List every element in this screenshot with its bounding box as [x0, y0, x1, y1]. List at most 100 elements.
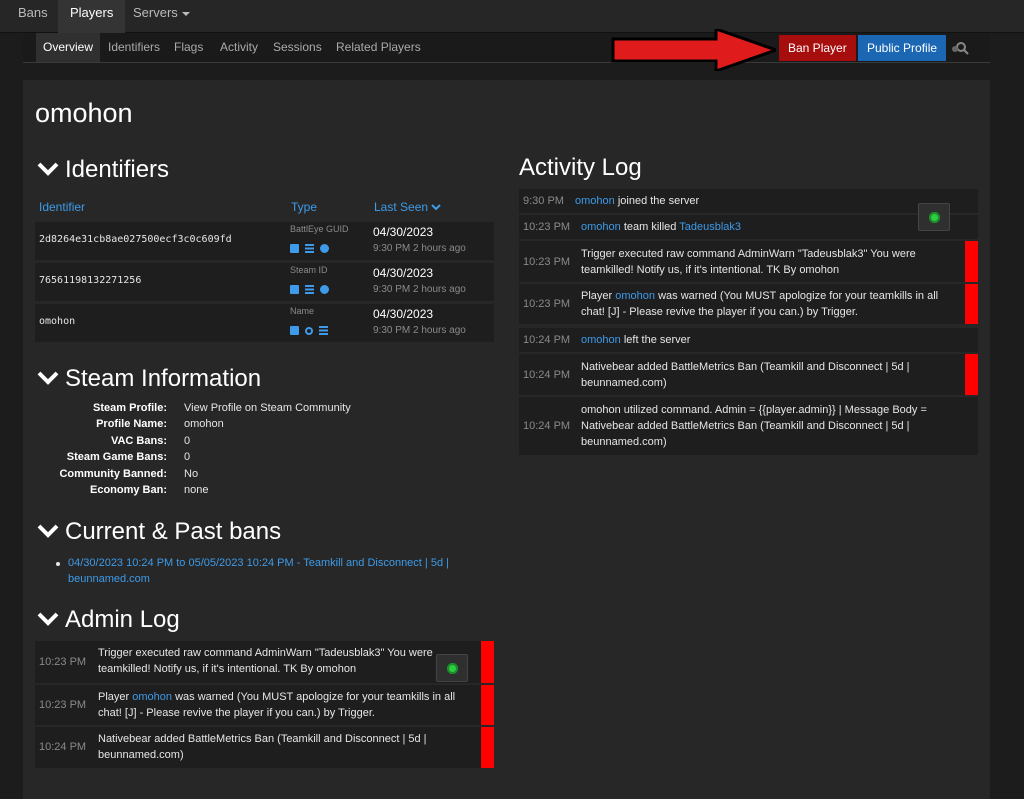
identifiers-heading[interactable]: Identifiers	[37, 156, 169, 184]
log-text: omohon team killed Tadeusblak3	[581, 219, 741, 235]
player-link[interactable]: omohon	[132, 691, 172, 703]
log-time: 10:23 PM	[523, 221, 571, 233]
tab-sessions-label: Sessions	[273, 40, 322, 54]
admin-log-title: Admin Log	[65, 606, 180, 633]
main-panel: omohon Identifiers Identifier Type Last …	[23, 80, 990, 799]
tab-activity[interactable]: Activity	[213, 33, 265, 62]
last-seen-ago: 9:30 PM 2 hours ago	[373, 243, 466, 254]
identifier-value: 76561198132271256	[39, 275, 142, 286]
col-last-seen-label: Last Seen	[374, 200, 429, 214]
identifier-value: 2d8264e31cb8ae027500ecf3c0c609fd	[39, 234, 232, 245]
tab-related-players[interactable]: Related Players	[329, 33, 428, 62]
tab-overview[interactable]: Overview	[36, 33, 101, 62]
log-text: omohon left the server	[581, 332, 690, 348]
log-text: Trigger executed raw command AdminWarn "…	[581, 248, 916, 276]
search-user-icon[interactable]	[951, 41, 969, 55]
player-link[interactable]: omohon	[615, 290, 655, 302]
chevron-down-icon	[431, 204, 442, 211]
list-item: 9:30 PM omohon joined the server	[519, 189, 978, 213]
vac-bans-label: VAC Bans:	[110, 435, 167, 447]
list-icon[interactable]	[305, 285, 314, 295]
log-text-pre: Player	[98, 691, 133, 703]
list-item: 10:23 PM Trigger executed raw command Ad…	[35, 641, 494, 683]
flag-marker	[965, 354, 978, 395]
list-icon[interactable]	[319, 326, 328, 336]
gear-icon	[929, 212, 940, 223]
player-link[interactable]: omohon	[581, 221, 621, 233]
last-seen-date: 04/30/2023	[373, 225, 434, 239]
activity-log-title: Activity Log	[519, 154, 642, 181]
ban-link[interactable]: 04/30/2023 10:24 PM to 05/05/2023 10:24 …	[68, 555, 508, 587]
vac-bans-value: 0	[184, 435, 191, 447]
nav-bans[interactable]: Bans	[6, 0, 60, 33]
tab-identifiers-label: Identifiers	[108, 40, 161, 54]
col-last-seen[interactable]: Last Seen	[374, 200, 442, 214]
list-icon[interactable]	[305, 244, 314, 254]
admin-log-heading[interactable]: Admin Log	[37, 606, 180, 634]
col-type[interactable]: Type	[291, 200, 317, 214]
ban-player-button[interactable]: Ban Player	[779, 35, 856, 61]
chevron-down-icon	[37, 612, 59, 626]
bans-heading[interactable]: Current & Past bans	[37, 518, 281, 546]
economy-ban-label: Economy Ban:	[89, 484, 167, 496]
list-item: 10:23 PM Player omohon was warned (You M…	[35, 685, 494, 725]
last-seen-date: 04/30/2023	[373, 266, 434, 280]
list-item: 10:24 PM omohon utilized command. Admin …	[519, 397, 978, 455]
player-link[interactable]: omohon	[581, 334, 621, 346]
list-item: 10:24 PM Nativebear added BattleMetrics …	[35, 727, 494, 768]
identifier-type: Name	[290, 306, 315, 316]
log-text: Nativebear added BattleMetrics Ban (Team…	[98, 733, 427, 761]
info-icon[interactable]	[320, 244, 329, 254]
identifier-type: BattlEye GUID	[290, 224, 349, 234]
log-text-pre: Player	[581, 290, 616, 302]
tab-identifiers[interactable]: Identifiers	[101, 33, 167, 62]
chevron-down-icon	[37, 371, 59, 385]
flag-marker	[481, 641, 494, 683]
nav-bans-label: Bans	[18, 5, 48, 20]
tab-flags-label: Flags	[174, 40, 204, 54]
log-time: 10:23 PM	[39, 699, 87, 711]
steam-profile-link[interactable]: View Profile on Steam Community	[184, 402, 351, 414]
steam-info-heading[interactable]: Steam Information	[37, 365, 261, 393]
copy-icon[interactable]	[290, 326, 299, 336]
nav-servers-label: Servers	[133, 5, 178, 20]
profile-name-label: Profile Name:	[96, 418, 167, 430]
page-title: omohon	[35, 98, 133, 128]
table-row: 76561198132271256 Steam ID 04/30/2023 9:…	[35, 263, 494, 301]
list-item: 10:24 PM omohon left the server	[519, 328, 978, 352]
chevron-down-icon	[37, 524, 59, 538]
flag-marker	[965, 284, 978, 324]
log-text: Player omohon was warned (You MUST apolo…	[581, 288, 961, 320]
tab-overview-label: Overview	[43, 40, 94, 54]
tab-sessions[interactable]: Sessions	[266, 33, 329, 62]
nav-players-label: Players	[70, 5, 114, 20]
tab-flags[interactable]: Flags	[167, 33, 210, 62]
ban-player-label: Ban Player	[788, 41, 847, 55]
nav-players[interactable]: Players	[58, 0, 126, 33]
log-text: Trigger executed raw command AdminWarn "…	[98, 647, 433, 675]
copy-icon[interactable]	[290, 285, 299, 295]
identifier-value: omohon	[39, 316, 76, 327]
player-link[interactable]: omohon	[575, 195, 615, 207]
log-time: 10:24 PM	[523, 420, 571, 432]
gear-button[interactable]	[918, 203, 950, 231]
gear-button[interactable]	[436, 654, 468, 682]
sub-nav: Overview Identifiers Flags Activity Sess…	[23, 29, 990, 71]
copy-icon[interactable]	[290, 244, 299, 254]
community-banned-value: No	[184, 468, 199, 480]
public-profile-button[interactable]: Public Profile	[858, 35, 947, 61]
chevron-down-icon	[37, 162, 59, 176]
log-text-post: team killed	[620, 221, 680, 233]
community-banned-label: Community Banned:	[59, 468, 167, 480]
table-row: omohon Name 04/30/2023 9:30 PM 2 hours a…	[35, 304, 494, 342]
red-arrow-annotation	[611, 29, 776, 71]
victim-link[interactable]: Tadeusblak3	[679, 221, 741, 233]
log-text-post: joined the server	[614, 195, 700, 207]
info-icon[interactable]	[320, 285, 329, 295]
search-icon[interactable]	[305, 326, 313, 335]
col-identifier[interactable]: Identifier	[39, 200, 85, 214]
nav-servers[interactable]: Servers	[121, 0, 202, 33]
identifier-type: Steam ID	[290, 265, 328, 275]
last-seen-date: 04/30/2023	[373, 307, 434, 321]
chevron-down-icon	[181, 11, 190, 16]
